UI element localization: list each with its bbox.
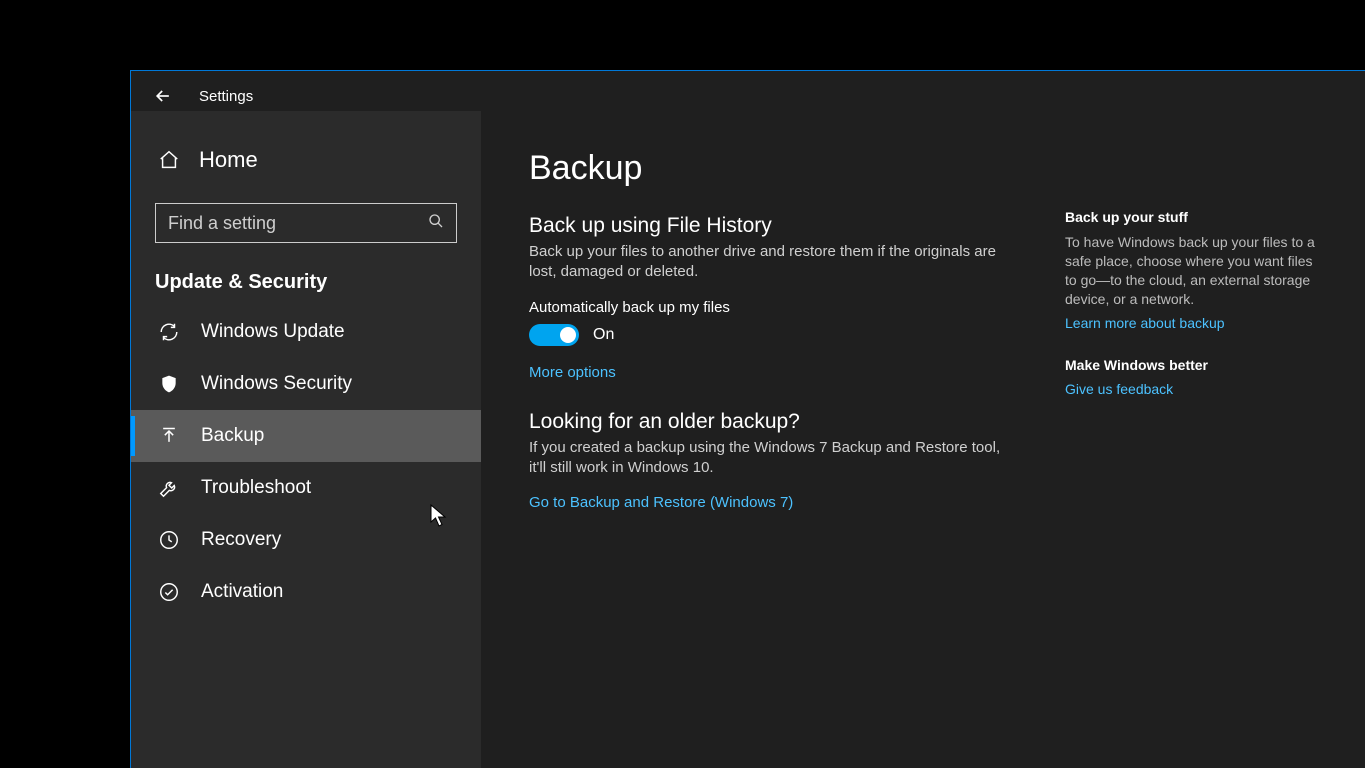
sidebar-item-activation[interactable]: Activation bbox=[131, 566, 481, 618]
search-input[interactable] bbox=[168, 213, 428, 234]
sidebar-item-label: Troubleshoot bbox=[201, 477, 311, 499]
sidebar-item-label: Windows Security bbox=[201, 373, 352, 395]
toggle-state-label: On bbox=[593, 326, 614, 344]
section-title-file-history: Back up using File History bbox=[529, 214, 1005, 238]
sidebar-item-troubleshoot[interactable]: Troubleshoot bbox=[131, 462, 481, 514]
toggle-auto-backup[interactable] bbox=[529, 324, 579, 346]
section-desc-older-backup: If you created a backup using the Window… bbox=[529, 438, 1005, 479]
link-learn-more-backup[interactable]: Learn more about backup bbox=[1065, 315, 1325, 331]
main-content: Backup Back up using File History Back u… bbox=[481, 111, 1365, 768]
link-give-feedback[interactable]: Give us feedback bbox=[1065, 381, 1325, 397]
sidebar-home[interactable]: Home bbox=[131, 139, 481, 181]
app-title: Settings bbox=[199, 88, 253, 105]
section-title-older-backup: Looking for an older backup? bbox=[529, 410, 1005, 434]
toggle-knob bbox=[560, 327, 576, 343]
right-column: Back up your stuff To have Windows back … bbox=[1065, 149, 1325, 768]
sidebar-home-label: Home bbox=[199, 147, 258, 173]
settings-window: Settings Home Update & Security bbox=[130, 70, 1365, 768]
window-body: Home Update & Security Windows Update bbox=[131, 111, 1365, 768]
check-circle-icon bbox=[157, 580, 181, 604]
sidebar-item-label: Backup bbox=[201, 425, 264, 447]
toggle-label-auto-backup: Automatically back up my files bbox=[529, 299, 1005, 316]
sidebar-item-recovery[interactable]: Recovery bbox=[131, 514, 481, 566]
link-backup-restore-win7[interactable]: Go to Backup and Restore (Windows 7) bbox=[529, 494, 793, 511]
sidebar: Home Update & Security Windows Update bbox=[131, 111, 481, 768]
sidebar-item-label: Activation bbox=[201, 581, 283, 603]
back-button[interactable] bbox=[149, 82, 177, 110]
main-column: Backup Back up using File History Back u… bbox=[529, 149, 1005, 768]
right-title-backup-stuff: Back up your stuff bbox=[1065, 209, 1325, 225]
sidebar-item-windows-update[interactable]: Windows Update bbox=[131, 306, 481, 358]
page-title: Backup bbox=[529, 149, 1005, 188]
sidebar-section-title: Update & Security bbox=[131, 253, 481, 306]
search-icon bbox=[428, 213, 444, 234]
search-box[interactable] bbox=[155, 203, 457, 243]
sync-icon bbox=[157, 320, 181, 344]
right-title-feedback: Make Windows better bbox=[1065, 357, 1325, 373]
sidebar-item-label: Recovery bbox=[201, 529, 281, 551]
section-desc-file-history: Back up your files to another drive and … bbox=[529, 242, 1005, 283]
link-more-options[interactable]: More options bbox=[529, 364, 616, 381]
section-older-backup: Looking for an older backup? If you crea… bbox=[529, 410, 1005, 513]
home-icon bbox=[157, 148, 181, 172]
arrow-left-icon bbox=[153, 86, 173, 106]
toggle-row: On bbox=[529, 324, 1005, 346]
sidebar-item-backup[interactable]: Backup bbox=[131, 410, 481, 462]
history-icon bbox=[157, 528, 181, 552]
right-desc-backup-stuff: To have Windows back up your files to a … bbox=[1065, 233, 1325, 309]
sidebar-item-windows-security[interactable]: Windows Security bbox=[131, 358, 481, 410]
backup-icon bbox=[157, 424, 181, 448]
titlebar: Settings bbox=[131, 71, 1365, 111]
shield-icon bbox=[157, 372, 181, 396]
wrench-icon bbox=[157, 476, 181, 500]
sidebar-item-label: Windows Update bbox=[201, 321, 345, 343]
